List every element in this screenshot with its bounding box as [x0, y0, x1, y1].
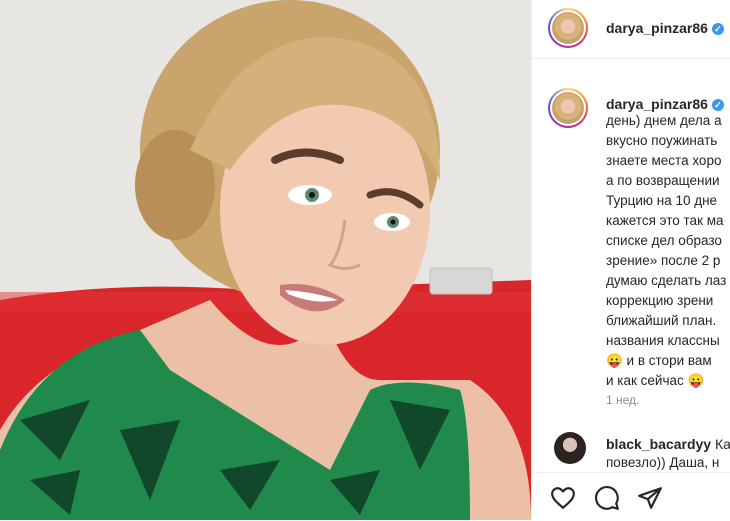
- post-time-ago[interactable]: 1 нед.: [606, 393, 639, 407]
- caption-line: думаю сделать лаз: [606, 273, 727, 288]
- caption-line: ближайший план.: [606, 313, 717, 328]
- caption-line: знаете места хоро: [606, 153, 722, 168]
- commenter-avatar[interactable]: [554, 432, 586, 464]
- caption-line: списке дел образо: [606, 233, 722, 248]
- caption-author-username[interactable]: darya_pinzar86 ✓: [606, 96, 724, 112]
- caption-author-avatar[interactable]: [548, 88, 588, 128]
- comment-text-start: Ка: [714, 436, 730, 452]
- caption-line: зрение» после 2 р: [606, 253, 721, 268]
- comment-header: black_bacardyy Ка: [606, 436, 730, 452]
- heart-icon[interactable]: [550, 485, 576, 511]
- caption-line: 😛 и в стори вам: [606, 353, 712, 368]
- caption-line: и как сейчас 😛: [606, 373, 705, 388]
- caption-line: Турцию на 10 дне: [606, 193, 718, 208]
- caption-line: а по возвращении: [606, 173, 720, 188]
- author-avatar[interactable]: [548, 8, 588, 48]
- caption-line: вкусно поужинать: [606, 133, 718, 148]
- selfie-photo: [0, 0, 531, 520]
- post-photo[interactable]: [0, 0, 531, 520]
- paper-plane-icon[interactable]: [637, 485, 663, 511]
- post-action-bar: [532, 472, 730, 521]
- caption-line: день) днем дела а: [606, 113, 722, 128]
- username-text[interactable]: darya_pinzar86: [606, 20, 708, 36]
- post-side-panel: darya_pinzar86 ✓ darya_pinzar86 ✓ день) дн…: [531, 0, 730, 521]
- caption-line: названия классны: [606, 333, 720, 348]
- caption-line: кажется это так ма: [606, 213, 724, 228]
- caption-username-text[interactable]: darya_pinzar86: [606, 96, 708, 112]
- caption-line: коррекцию зрени: [606, 293, 714, 308]
- comment-text-line: повезло)) Даша, н: [606, 455, 720, 470]
- verified-badge-icon: ✓: [711, 99, 724, 111]
- verified-badge-icon: ✓: [711, 23, 724, 35]
- comment-bubble-icon[interactable]: [594, 485, 620, 511]
- commenter-username[interactable]: black_bacardyy: [606, 436, 711, 452]
- author-username-header[interactable]: darya_pinzar86 ✓: [606, 20, 724, 36]
- post-header: darya_pinzar86 ✓: [532, 0, 730, 59]
